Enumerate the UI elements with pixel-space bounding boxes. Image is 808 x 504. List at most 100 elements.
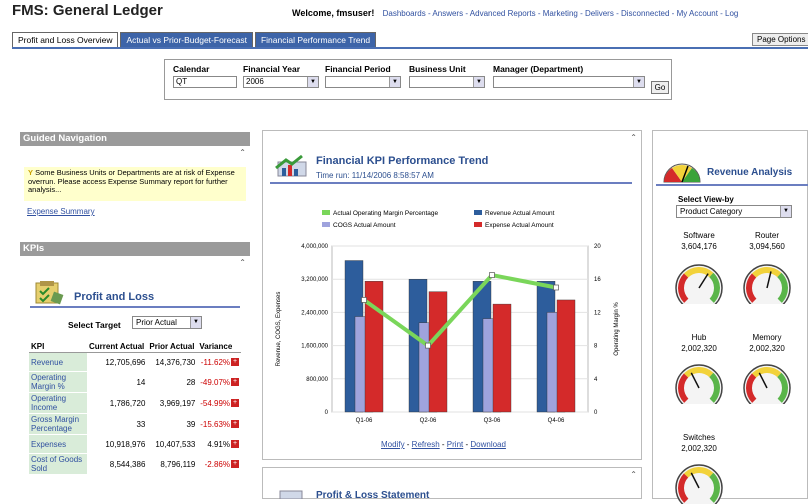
column-header-current-actual: Current Actual	[87, 341, 148, 353]
chevron-down-icon: ▼	[307, 77, 318, 87]
current-actual-cell: 10,918,976	[87, 434, 148, 454]
chevron-down-icon: ▼	[473, 77, 484, 87]
current-actual-cell: 8,544,386	[87, 453, 148, 475]
collapse-icon[interactable]: ⌃	[20, 148, 250, 157]
alert-flag-icon[interactable]: +	[231, 358, 239, 367]
tab-financial-performance-trend[interactable]: Financial Performance Trend	[254, 32, 377, 48]
y2-tick-label: 20	[594, 244, 601, 250]
variance-cell: -54.99% +	[197, 392, 241, 414]
y2-axis-label: Operating Margin %	[614, 302, 620, 356]
business-unit-select[interactable]: ▼	[409, 76, 485, 88]
print-link[interactable]: Print	[447, 440, 463, 449]
financial-year-value: 2006	[246, 77, 264, 86]
gauge-value: 2,002,320	[681, 344, 717, 353]
manager-select[interactable]: ▼	[493, 76, 645, 88]
download-link[interactable]: Download	[470, 440, 506, 449]
line-point	[489, 272, 495, 278]
legend-label: Expense Actual Amount	[485, 222, 554, 229]
legend-swatch	[322, 222, 330, 227]
alert-flag-icon[interactable]: +	[231, 378, 239, 387]
kpi-name-link[interactable]: Gross Margin Percentage	[29, 413, 87, 435]
gauge-label: Memory	[752, 333, 782, 342]
guided-navigation-note-text: Some Business Units or Departments are a…	[28, 168, 235, 194]
collapse-icon[interactable]: ⌃	[630, 470, 637, 479]
x-tick-label: Q1-06	[356, 418, 373, 424]
variance-value: -49.07%	[200, 377, 230, 387]
bar-expense-actual-amount	[428, 291, 448, 413]
collapse-icon[interactable]: ⌃	[20, 258, 250, 267]
current-actual-cell: 14	[87, 371, 148, 393]
nav-link-delivers[interactable]: Delivers	[585, 9, 614, 18]
nav-link-marketing[interactable]: Marketing	[543, 9, 578, 18]
calendar-input[interactable]: QT	[173, 76, 237, 88]
financial-year-select[interactable]: 2006 ▼	[243, 76, 319, 88]
column-header-variance: Variance	[197, 341, 241, 353]
expense-summary-link[interactable]: Expense Summary	[27, 207, 95, 216]
legend-swatch	[474, 210, 482, 215]
refresh-link[interactable]: Refresh	[412, 440, 440, 449]
tab-profit-and-loss-overview[interactable]: Profit and Loss Overview	[12, 32, 119, 48]
kpi-panel-title: KPIs	[20, 242, 250, 256]
alert-flag-icon[interactable]: +	[231, 399, 239, 408]
y2-tick-label: 16	[594, 277, 601, 283]
line-point	[553, 284, 559, 291]
gauge-label: Software	[683, 231, 715, 240]
y-tick-label: 2,400,000	[301, 310, 328, 316]
prior-actual-cell: 39	[147, 413, 198, 435]
welcome-text: Welcome, fmsuser!	[292, 8, 375, 18]
y-axis-label: Revenue, COGS, Expenses	[276, 292, 282, 367]
kpi-name-link[interactable]: Cost of Goods Sold	[29, 453, 87, 475]
financial-period-label: Financial Period	[325, 64, 391, 74]
tab-actual-vs-prior-budget-forecast[interactable]: Actual vs Prior-Budget-Forecast	[120, 32, 253, 48]
x-tick-label: Q2-06	[420, 418, 437, 424]
gauge-label: Hub	[691, 333, 707, 342]
manager-label: Manager (Department)	[493, 64, 584, 74]
revenue-gauges: Software 3,604,176 Router 3,094,560 Hub 2,002…	[652, 0, 808, 504]
chevron-down-icon: ▼	[633, 77, 644, 87]
nav-link-advanced-reports[interactable]: Advanced Reports	[470, 9, 536, 18]
app-title: FMS: General Ledger	[12, 2, 163, 19]
modify-link[interactable]: Modify	[381, 440, 405, 449]
legend-swatch	[474, 222, 482, 227]
financial-period-select[interactable]: ▼	[325, 76, 401, 88]
x-tick-label: Q3-06	[484, 418, 501, 424]
prior-actual-cell: 28	[147, 371, 198, 393]
chevron-down-icon: ▼	[389, 77, 400, 87]
select-target-label: Select Target	[68, 320, 121, 330]
dashboard-tabs: Profit and Loss Overview Actual vs Prior…	[12, 32, 378, 48]
nav-link-answers[interactable]: Answers	[432, 9, 463, 18]
guided-navigation-title: Guided Navigation	[20, 132, 250, 146]
y-tick-label: 3,200,000	[301, 277, 328, 283]
collapse-icon[interactable]: ⌃	[630, 133, 637, 142]
gauge-dial	[675, 264, 723, 304]
kpi-name-link[interactable]: Operating Income	[29, 392, 87, 414]
business-unit-label: Business Unit	[409, 64, 466, 74]
kpi-name-link[interactable]: Expenses	[29, 434, 87, 454]
legend-label: Actual Operating Margin Percentage	[333, 210, 439, 217]
checklist-icon	[35, 281, 64, 305]
gauge-label: Switches	[682, 433, 715, 442]
kpi-name-link[interactable]: Revenue	[29, 352, 87, 372]
profit-and-loss-title: Profit and Loss	[74, 291, 155, 303]
variance-cell: -2.86% +	[197, 453, 241, 475]
table-row: Operating Income 1,786,720 3,969,197 -54.99…	[29, 392, 241, 414]
line-point	[425, 342, 431, 349]
current-actual-cell: 33	[87, 413, 148, 435]
alert-flag-icon[interactable]: +	[231, 460, 239, 469]
variance-value: -2.86%	[204, 459, 230, 469]
table-row: Expenses 10,918,976 10,407,533 4.91% +	[29, 434, 241, 454]
variance-cell: -15.63% +	[197, 413, 241, 435]
select-target-value: Prior Actual	[136, 318, 177, 327]
statement-icon	[279, 490, 303, 499]
nav-link-dashboards[interactable]: Dashboards	[383, 9, 426, 18]
line-point	[361, 297, 367, 303]
variance-cell: 4.91% +	[197, 434, 241, 454]
alert-flag-icon[interactable]: +	[231, 440, 239, 449]
variance-value: -54.99%	[200, 398, 230, 408]
kpi-name-link[interactable]: Operating Margin %	[29, 371, 87, 393]
select-target-dropdown[interactable]: Prior Actual ▼	[132, 316, 202, 329]
gauge-dial	[675, 464, 723, 504]
column-header-kpi: KPI	[29, 341, 87, 353]
current-actual-cell: 1,786,720	[87, 392, 148, 414]
alert-flag-icon[interactable]: +	[231, 420, 239, 429]
